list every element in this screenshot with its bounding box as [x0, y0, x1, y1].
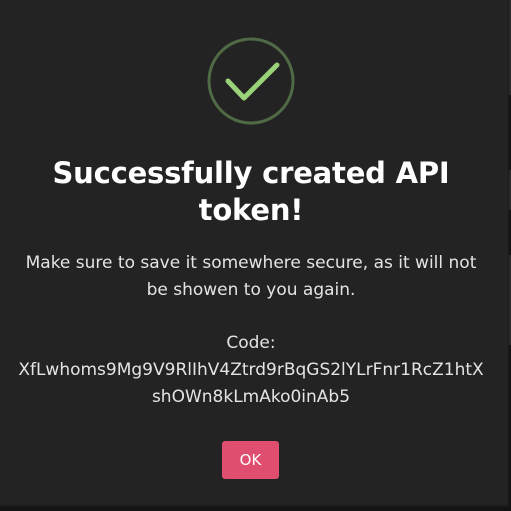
success-dialog: Successfully created API token! Make sur…: [0, 0, 509, 507]
dialog-title: Successfully created API token!: [52, 156, 450, 227]
api-token-code: XfLwhoms9Mg9V9RlIhV4Ztrd9rBqGS2lYLrFnr1R…: [18, 360, 484, 407]
checkmark-icon: [207, 37, 295, 125]
code-label: Code:: [226, 333, 276, 353]
ok-button[interactable]: OK: [222, 441, 279, 479]
dialog-message: Make sure to save it somewhere secure, a…: [25, 253, 477, 300]
